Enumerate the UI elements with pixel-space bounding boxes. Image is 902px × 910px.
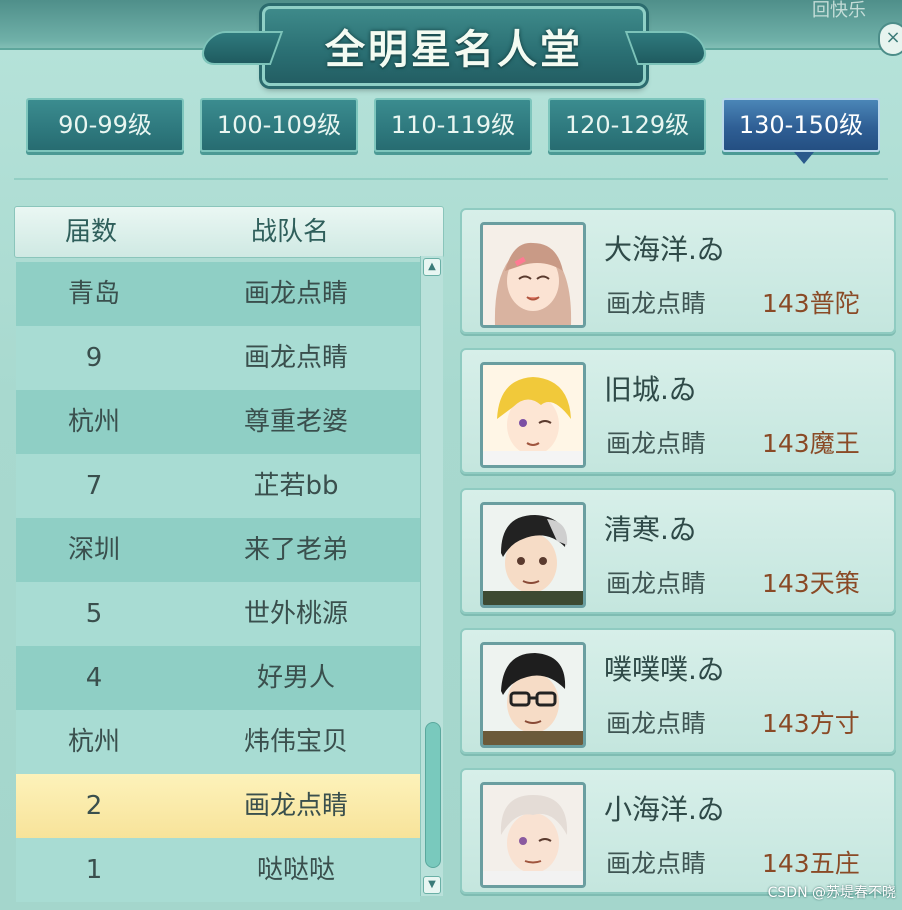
row-team: 世外桃源 <box>243 599 348 629</box>
row-session: 杭州 <box>67 727 120 757</box>
scroll-up-icon[interactable]: ▲ <box>423 258 441 276</box>
row-team: 尊重老婆 <box>243 407 348 437</box>
tab-110-119[interactable]: 110-119级 <box>374 98 532 152</box>
corner-text: 回快乐 <box>812 0 866 21</box>
close-icon[interactable]: × <box>878 22 902 56</box>
row-session: 7 <box>85 471 103 501</box>
member-team: 画龙点睛 <box>606 709 707 738</box>
member-level: 143魔王 <box>762 429 860 458</box>
silver-hair-avatar <box>480 782 586 888</box>
member-name: 清寒.ゐ <box>604 513 697 546</box>
member-level: 143五庄 <box>762 849 860 878</box>
active-tab-pointer <box>794 152 814 164</box>
column-header-session: 届数 <box>65 217 118 247</box>
watermark: CSDN @苏堤春不晓 <box>767 885 896 901</box>
page-title: 全明星名人堂 <box>325 27 583 73</box>
table-row[interactable]: 5 世外桃源 <box>16 582 420 646</box>
row-session: 2 <box>85 791 103 821</box>
member-card[interactable]: 清寒.ゐ 画龙点睛 143天策 <box>460 488 896 614</box>
member-team: 画龙点睛 <box>606 289 707 318</box>
tab-130-150[interactable]: 130-150级 <box>722 98 880 152</box>
level-tabs: 90-99级 100-109级 110-119级 120-129级 130-15… <box>26 98 880 152</box>
member-level: 143天策 <box>762 569 860 598</box>
row-session: 深圳 <box>67 535 120 565</box>
member-name: 噗噗噗.ゐ <box>604 653 725 686</box>
member-card[interactable]: 噗噗噗.ゐ 画龙点睛 143方寸 <box>460 628 896 754</box>
scroll-thumb[interactable] <box>425 722 441 868</box>
row-team: 画龙点睛 <box>243 791 348 821</box>
member-list: 大海洋.ゐ 画龙点睛 143普陀 旧城.ゐ 画龙点睛 143魔王 清寒.ゐ 画龙… <box>460 208 896 908</box>
table-row[interactable]: 杭州 尊重老婆 <box>16 390 420 454</box>
pink-hair-girl-avatar <box>480 222 586 328</box>
column-header-team: 战队名 <box>251 217 330 247</box>
tab-120-129[interactable]: 120-129级 <box>548 98 706 152</box>
tab-90-99[interactable]: 90-99级 <box>26 98 184 152</box>
tab-100-109[interactable]: 100-109级 <box>200 98 358 152</box>
row-session: 青岛 <box>67 279 120 309</box>
table-row[interactable]: 4 好男人 <box>16 646 420 710</box>
table-row[interactable]: 青岛 画龙点睛 <box>16 262 420 326</box>
table-header: 届数 战队名 <box>14 206 444 258</box>
row-session: 杭州 <box>67 407 120 437</box>
row-team: 来了老弟 <box>243 535 348 565</box>
dark-hair-boy-avatar <box>480 502 586 608</box>
glasses-boy-avatar <box>480 642 586 748</box>
row-team: 好男人 <box>256 663 335 693</box>
table-row[interactable]: 9 画龙点睛 <box>16 326 420 390</box>
member-level: 143普陀 <box>762 289 860 318</box>
member-name: 小海洋.ゐ <box>604 793 725 826</box>
row-team: 炜伟宝贝 <box>243 727 348 757</box>
member-team: 画龙点睛 <box>606 429 707 458</box>
title-plate: 全明星名人堂 <box>262 6 646 86</box>
table-rows: 青岛 画龙点睛 9 画龙点睛 杭州 尊重老婆 7 芷若bb 深圳 来了老弟 5 世外桃源 4… <box>16 262 420 902</box>
table-row-selected[interactable]: 2 画龙点睛 <box>16 774 420 838</box>
table-row[interactable]: 1 哒哒哒 <box>16 838 420 902</box>
session-table: 届数 战队名 青岛 画龙点睛 9 画龙点睛 杭州 尊重老婆 7 芷若bb 深圳 来了老弟 … <box>14 206 444 902</box>
row-session: 1 <box>85 855 103 885</box>
member-card[interactable]: 小海洋.ゐ 画龙点睛 143五庄 <box>460 768 896 894</box>
table-scrollbar[interactable]: ▲ ▼ <box>420 256 443 896</box>
table-row[interactable]: 7 芷若bb <box>16 454 420 518</box>
scroll-down-icon[interactable]: ▼ <box>423 876 441 894</box>
member-name: 大海洋.ゐ <box>604 233 725 266</box>
member-card[interactable]: 旧城.ゐ 画龙点睛 143魔王 <box>460 348 896 474</box>
row-team: 哒哒哒 <box>256 855 335 885</box>
table-row[interactable]: 杭州 炜伟宝贝 <box>16 710 420 774</box>
member-team: 画龙点睛 <box>606 569 707 598</box>
row-session: 5 <box>85 599 103 629</box>
member-level: 143方寸 <box>762 709 860 738</box>
blonde-boy-avatar <box>480 362 586 468</box>
row-session: 4 <box>85 663 103 693</box>
member-card[interactable]: 大海洋.ゐ 画龙点睛 143普陀 <box>460 208 896 334</box>
row-team: 画龙点睛 <box>243 343 348 373</box>
row-team: 芷若bb <box>253 471 339 501</box>
row-team: 画龙点睛 <box>243 279 348 309</box>
row-session: 9 <box>85 343 103 373</box>
member-name: 旧城.ゐ <box>604 373 697 406</box>
table-row[interactable]: 深圳 来了老弟 <box>16 518 420 582</box>
member-team: 画龙点睛 <box>606 849 707 878</box>
divider <box>14 178 888 180</box>
